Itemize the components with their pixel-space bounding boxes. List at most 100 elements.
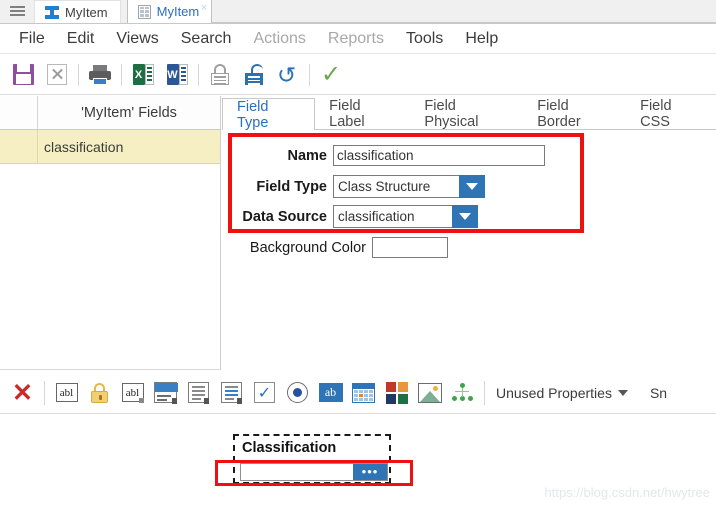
- tab-field-border[interactable]: Field Border: [523, 98, 626, 130]
- fields-panel-header-gutter: [0, 96, 38, 129]
- date-field-button[interactable]: [347, 377, 380, 409]
- relation-tree-button[interactable]: [446, 377, 479, 409]
- checkbox-field-button[interactable]: ✓: [248, 377, 281, 409]
- window-tab-strip: MyItem MyItem ×: [0, 0, 716, 24]
- save-icon: [12, 64, 34, 85]
- label-field-icon: ab: [318, 383, 343, 402]
- color-field-icon: [385, 381, 408, 404]
- menu-item-views[interactable]: Views: [105, 25, 169, 53]
- table-row[interactable]: classification: [0, 130, 220, 164]
- chevron-down-icon[interactable]: [459, 175, 485, 198]
- unused-properties-label: Unused Properties: [496, 384, 612, 401]
- window-tab-myitem-1[interactable]: MyItem: [34, 0, 121, 23]
- print-icon: [89, 64, 111, 85]
- fields-panel-header: 'MyItem' Fields: [0, 96, 220, 130]
- snap-label: Sn: [649, 384, 668, 401]
- ibeam-icon: [45, 5, 59, 19]
- close-icon[interactable]: ×: [201, 2, 207, 14]
- background-color-input[interactable]: [372, 237, 448, 258]
- tab-field-label[interactable]: Field Label: [315, 98, 410, 130]
- toolbar-separator: [309, 63, 310, 86]
- unused-properties-dropdown[interactable]: Unused Properties: [496, 385, 628, 401]
- fields-panel: 'MyItem' Fields classification: [0, 96, 221, 370]
- form-row-background-color: Background Color: [216, 237, 596, 258]
- date-field-icon: [352, 382, 375, 403]
- password-field-button[interactable]: [83, 377, 116, 409]
- window-tab-myitem-2[interactable]: MyItem ×: [126, 0, 213, 23]
- window-tab-label: MyItem: [156, 4, 200, 19]
- lock-button[interactable]: [203, 58, 237, 92]
- list-box-icon: [188, 382, 209, 404]
- name-label: Name: [287, 147, 328, 164]
- form-group-icon: [154, 382, 178, 404]
- print-button[interactable]: [83, 58, 117, 92]
- export-word-icon: W: [166, 64, 188, 85]
- confirm-check-icon: ✓: [320, 60, 342, 88]
- confirm-button[interactable]: ✓: [314, 58, 348, 92]
- tab-field-physical[interactable]: Field Physical: [410, 98, 523, 130]
- image-field-button[interactable]: [413, 377, 446, 409]
- field-type-select[interactable]: Class Structure: [333, 175, 485, 198]
- undo-icon: ↺: [277, 61, 297, 88]
- window-tab-label: MyItem: [65, 4, 108, 20]
- toolbar-separator: [198, 63, 199, 86]
- row-gutter: [0, 130, 38, 163]
- delete-icon: [47, 64, 67, 85]
- widget-label: Classification: [242, 440, 337, 456]
- tab-field-type[interactable]: Field Type: [222, 98, 316, 131]
- menu-item-file[interactable]: File: [8, 25, 56, 53]
- export-word-button[interactable]: W: [160, 58, 194, 92]
- data-source-select[interactable]: classification: [333, 205, 478, 228]
- chevron-down-icon: [617, 389, 628, 396]
- delete-button[interactable]: [40, 58, 74, 92]
- password-field-icon: [91, 382, 108, 403]
- form-group-button[interactable]: [149, 377, 182, 409]
- undo-button[interactable]: ↺: [271, 58, 305, 92]
- hamburger-menu-button[interactable]: [0, 0, 34, 23]
- field-type-form: Name classification Field Type Class Str…: [222, 131, 716, 370]
- label-field-button[interactable]: ab: [314, 377, 347, 409]
- remove-field-icon: ✕: [12, 378, 33, 407]
- textarea-field-icon: abl: [121, 383, 144, 403]
- field-name-cell: classification: [44, 138, 124, 155]
- toolbar-separator: [121, 63, 122, 86]
- rich-list-icon: [221, 382, 242, 404]
- image-field-icon: [417, 382, 442, 403]
- main-toolbar: X W ↺ ✓: [0, 55, 716, 95]
- watermark-text: https://blog.csdn.net/hwytree: [544, 485, 710, 500]
- list-box-button[interactable]: [182, 377, 215, 409]
- remove-field-button[interactable]: ✕: [6, 377, 39, 409]
- text-field-button[interactable]: abl: [50, 377, 83, 409]
- color-field-button[interactable]: [380, 377, 413, 409]
- menu-item-search[interactable]: Search: [170, 25, 243, 53]
- unlock-button[interactable]: [237, 58, 271, 92]
- grid-form-icon: [137, 4, 151, 19]
- export-excel-button[interactable]: X: [126, 58, 160, 92]
- application-window: MyItem MyItem × File Edit Views Search A…: [0, 0, 716, 508]
- data-source-label: Data Source: [242, 208, 327, 225]
- relation-tree-icon: [451, 382, 474, 403]
- textarea-field-button[interactable]: abl: [116, 377, 149, 409]
- menu-item-tools[interactable]: Tools: [395, 25, 454, 53]
- menu-item-edit[interactable]: Edit: [56, 25, 106, 53]
- field-palette-toolbar: ✕ abl abl ✓ ab Unused Properties Sn: [0, 372, 716, 414]
- tab-strip-filler: [212, 0, 716, 23]
- tab-field-css[interactable]: Field CSS: [626, 98, 716, 130]
- save-button[interactable]: [6, 58, 40, 92]
- menu-bar: File Edit Views Search Actions Reports T…: [0, 24, 716, 54]
- menu-item-help[interactable]: Help: [454, 25, 509, 53]
- unlock-icon: [245, 64, 263, 85]
- form-row-field-type: Field Type Class Structure: [234, 175, 580, 198]
- lock-icon: [211, 64, 229, 85]
- highlight-rect-widget: [215, 460, 413, 486]
- rich-list-button[interactable]: [215, 377, 248, 409]
- chevron-down-icon[interactable]: [452, 205, 478, 228]
- menu-item-actions: Actions: [253, 29, 306, 47]
- radio-field-button[interactable]: [281, 377, 314, 409]
- fields-panel-empty-area: [0, 164, 220, 368]
- text-field-icon: abl: [55, 383, 78, 402]
- name-input[interactable]: classification: [333, 145, 545, 166]
- form-designer-canvas: Classification ••• https://blog.csdn.net…: [0, 415, 716, 508]
- toolbar-separator: [484, 380, 485, 405]
- data-source-select-value: classification: [333, 205, 452, 228]
